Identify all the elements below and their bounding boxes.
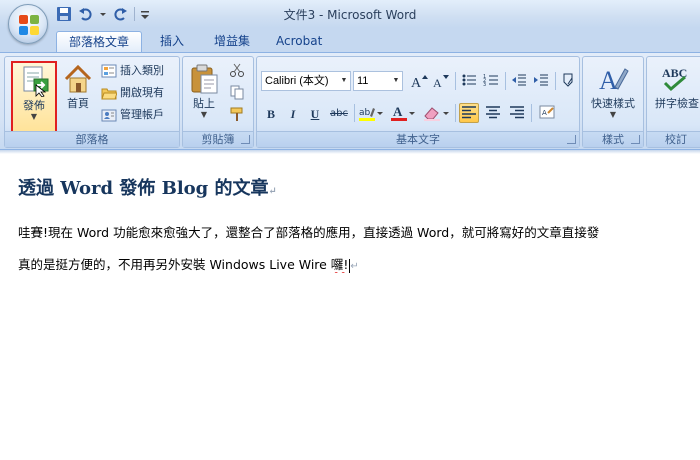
eraser-icon[interactable] — [421, 103, 451, 123]
group-styles: A 快速樣式 ▼ 樣式 — [582, 56, 644, 148]
spell-check-label: 拼字檢查 — [655, 97, 699, 110]
tab-insert[interactable]: 插入 — [150, 31, 194, 52]
bullets-icon[interactable] — [459, 71, 479, 91]
home-button[interactable]: 首頁 — [61, 61, 95, 133]
publish-label: 發佈 — [23, 99, 45, 112]
open-existing-icon — [101, 85, 118, 101]
manage-accounts-icon — [101, 107, 117, 123]
paragraph-mark-icon: ↵ — [350, 261, 359, 272]
group-blog-label: 部落格 — [5, 131, 179, 147]
spell-check-button[interactable]: ABC 拼字檢查 — [649, 61, 700, 133]
increase-indent-icon[interactable] — [531, 71, 551, 91]
paste-icon — [188, 63, 220, 95]
paragraph-2-text: 真的是挺方便的，不用再另外安裝 Windows Live Wire — [18, 257, 331, 272]
shrink-font-icon[interactable]: A — [431, 71, 451, 91]
copy-icon[interactable] — [227, 83, 247, 103]
open-existing-label: 開啟現有 — [120, 86, 164, 99]
clear-formatting-icon[interactable] — [559, 71, 579, 91]
svg-text:A: A — [542, 109, 547, 117]
styles-launcher-icon[interactable] — [631, 135, 640, 144]
styles-icon: A — [597, 63, 629, 95]
group-blog: 發佈 ▼ 首頁 插入類別 開啟現有 管理帳戶 部落格 — [4, 56, 180, 148]
italic-button[interactable]: I — [283, 103, 303, 123]
spelling-error-text: 囉! — [330, 257, 349, 272]
styles-pane-icon[interactable]: A — [537, 103, 557, 123]
open-existing-button[interactable]: 開啟現有 — [101, 83, 164, 103]
separator — [354, 104, 355, 122]
decrease-indent-icon[interactable] — [509, 71, 529, 91]
group-clipboard: 貼上 ▼ 剪貼簿 — [182, 56, 254, 148]
chevron-down-icon: ▼ — [392, 77, 400, 84]
quick-styles-button[interactable]: A 快速樣式 ▼ — [585, 61, 641, 133]
font-size-value: 11 — [357, 75, 369, 87]
insert-category-icon — [101, 63, 117, 79]
insert-category-label: 插入類別 — [120, 64, 164, 77]
document-heading-text: 透過 Word 發佈 Blog 的文章 — [18, 178, 269, 199]
format-painter-icon[interactable] — [227, 105, 247, 125]
insert-category-button[interactable]: 插入類別 — [101, 61, 164, 81]
manage-accounts-button[interactable]: 管理帳戶 — [101, 105, 164, 125]
ribbon-shadow — [0, 150, 700, 154]
basic-text-launcher-icon[interactable] — [567, 135, 576, 144]
paste-dropdown-icon: ▼ — [200, 110, 208, 119]
group-proofing-label: 校訂 — [647, 131, 700, 147]
quick-styles-label: 快速樣式 — [591, 97, 635, 110]
document-paragraph-1[interactable]: 哇賽!現在 Word 功能愈來愈強大了，還整合了部落格的應用，直接透過 Word… — [18, 222, 700, 241]
group-basic-text-label: 基本文字 — [257, 131, 579, 147]
ribbon-tab-row: 部落格文章 插入 增益集 Acrobat — [0, 28, 700, 52]
ribbon: 發佈 ▼ 首頁 插入類別 開啟現有 管理帳戶 部落格 貼上 ▼ 剪貼簿 Cali… — [0, 52, 700, 150]
home-label: 首頁 — [67, 97, 89, 110]
tab-add-ins[interactable]: 增益集 — [200, 31, 264, 52]
align-left-icon[interactable] — [459, 103, 479, 123]
separator — [455, 72, 456, 90]
bold-button[interactable]: B — [261, 103, 281, 123]
svg-text:3: 3 — [483, 82, 486, 88]
publish-button[interactable]: 發佈 ▼ — [11, 61, 57, 133]
window-title: 文件3 - Microsoft Word — [283, 8, 417, 22]
document-paragraph-2[interactable]: 真的是挺方便的，不用再另外安裝 Windows Live Wire 囉! ↵ — [18, 254, 700, 273]
spell-check-icon: ABC — [657, 63, 697, 95]
font-name-select[interactable]: Calibri (本文) ▼ — [261, 71, 351, 91]
publish-dropdown-icon: ▼ — [30, 112, 38, 121]
svg-text:A: A — [599, 66, 618, 95]
grow-font-icon[interactable]: A — [409, 71, 429, 91]
document-heading[interactable]: 透過 Word 發佈 Blog 的文章↵ — [18, 174, 277, 200]
quick-styles-dropdown-icon: ▼ — [609, 110, 617, 119]
office-button-icon — [19, 15, 39, 35]
tab-acrobat[interactable]: Acrobat — [266, 31, 332, 52]
align-center-icon[interactable] — [483, 103, 503, 123]
cut-icon[interactable] — [227, 61, 247, 81]
underline-button[interactable]: U — [305, 103, 325, 123]
separator — [505, 72, 506, 90]
strikethrough-button[interactable]: abc — [327, 103, 351, 123]
font-name-value: Calibri (本文) — [265, 75, 329, 87]
separator — [455, 104, 456, 122]
manage-accounts-label: 管理帳戶 — [120, 108, 164, 121]
group-basic-text: Calibri (本文) ▼ 11 ▼ A A 123 B I U abc ab… — [256, 56, 580, 148]
office-button[interactable] — [8, 4, 48, 44]
font-size-select[interactable]: 11 ▼ — [353, 71, 403, 91]
numbering-icon[interactable]: 123 — [481, 71, 501, 91]
home-icon — [62, 63, 94, 95]
document-area[interactable]: 透過 Word 發佈 Blog 的文章↵ 哇賽!現在 Word 功能愈來愈強大了… — [0, 150, 700, 460]
chevron-down-icon: ▼ — [340, 77, 348, 84]
paste-label: 貼上 — [193, 97, 215, 110]
tab-blog-post[interactable]: 部落格文章 — [56, 31, 142, 52]
paragraph-mark-icon: ↵ — [268, 186, 277, 197]
font-color-icon[interactable]: A — [389, 103, 417, 123]
svg-text:A: A — [411, 76, 422, 90]
paste-button[interactable]: 貼上 ▼ — [187, 61, 221, 133]
svg-text:A: A — [393, 104, 403, 119]
align-right-icon[interactable] — [507, 103, 527, 123]
group-proofing: ABC 拼字檢查 校訂 — [646, 56, 700, 148]
publish-icon — [18, 65, 50, 98]
separator — [531, 104, 532, 122]
title-bar: 文件3 - Microsoft Word — [0, 0, 700, 28]
highlight-icon[interactable]: ab — [357, 103, 385, 123]
separator — [555, 72, 556, 90]
svg-text:ab: ab — [359, 108, 371, 118]
svg-text:A: A — [433, 76, 442, 90]
clipboard-launcher-icon[interactable] — [241, 135, 250, 144]
